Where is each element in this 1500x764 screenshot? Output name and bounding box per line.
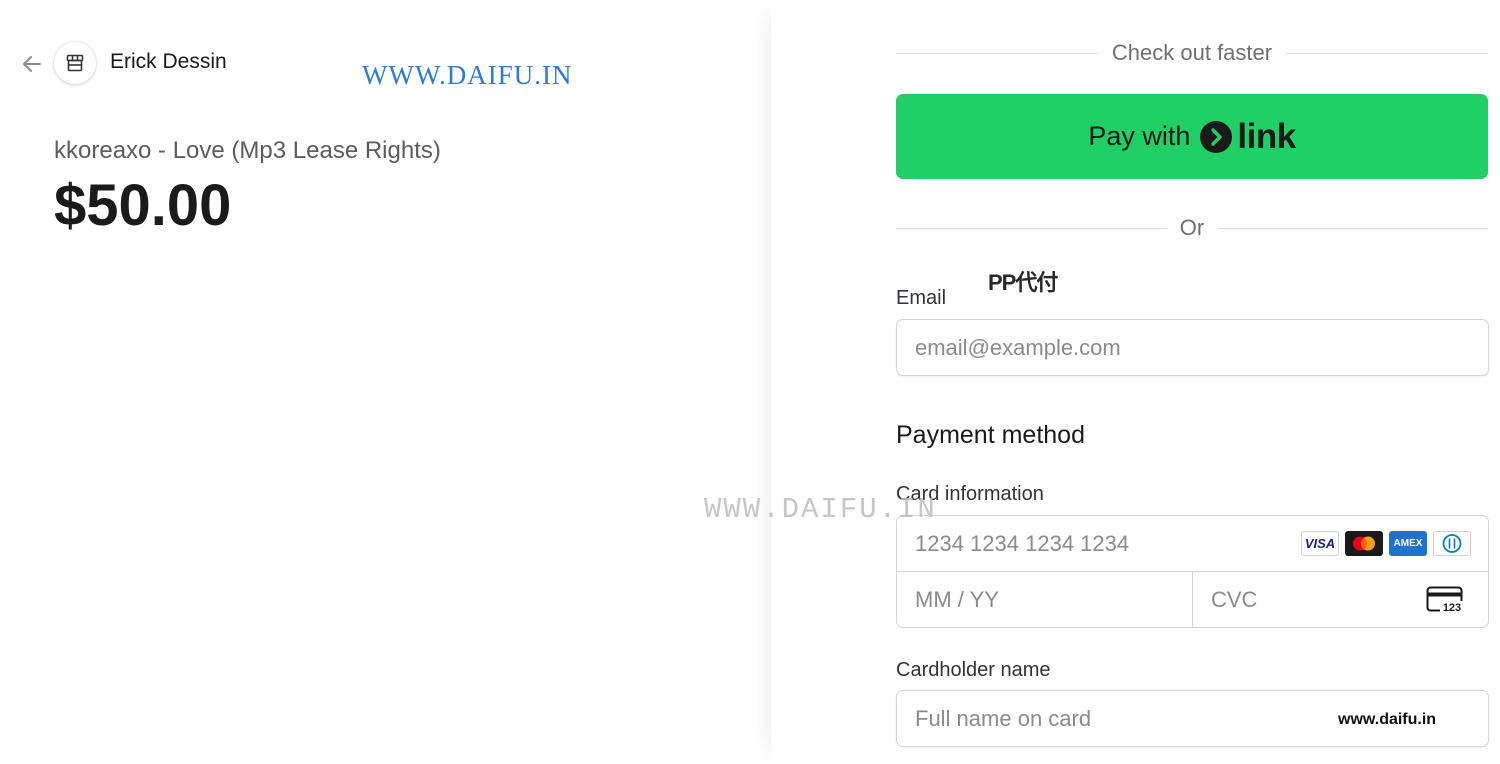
- expiry-input[interactable]: [896, 571, 1193, 628]
- payment-method-title: Payment method: [896, 421, 1085, 449]
- merchant-logo[interactable]: [54, 42, 96, 84]
- link-brand-text: link: [1237, 116, 1296, 156]
- check-out-faster-divider: Check out faster: [896, 40, 1488, 66]
- check-out-faster-label: Check out faster: [1111, 40, 1273, 65]
- email-input[interactable]: [896, 319, 1489, 376]
- diners-club-icon: [1433, 531, 1471, 556]
- divider-line: [1218, 227, 1489, 229]
- store-icon: [66, 54, 84, 72]
- arrow-left-icon: [23, 56, 41, 72]
- divider-line: [1286, 52, 1488, 54]
- email-label: Email: [896, 287, 947, 309]
- or-label: Or: [1179, 215, 1205, 240]
- visa-icon: VISA: [1301, 531, 1339, 556]
- link-chevron-icon: [1200, 120, 1233, 153]
- product-name: kkoreaxo - Love (Mp3 Lease Rights): [54, 137, 441, 164]
- cvc-card-icon: 123: [1426, 586, 1464, 614]
- product-price: $50.00: [54, 173, 232, 238]
- back-button[interactable]: [20, 52, 44, 76]
- mastercard-icon: [1345, 531, 1383, 556]
- merchant-name: Erick Dessin: [110, 50, 227, 73]
- divider-line: [896, 52, 1098, 54]
- link-logo: link: [1200, 116, 1296, 157]
- watermark-text: WWW.DAIFU.IN: [704, 493, 937, 526]
- cardholder-name-label: Cardholder name: [896, 659, 1051, 681]
- or-divider: Or: [896, 215, 1489, 241]
- watermark-text: WWW.DAIFU.IN: [362, 60, 573, 90]
- watermark-chinese: PP代付: [988, 270, 1058, 295]
- divider-line: [896, 227, 1166, 229]
- amex-icon: AMEX: [1389, 531, 1427, 556]
- cvc-icon-label: 123: [1443, 602, 1461, 614]
- watermark-text: www.daifu.in: [1338, 711, 1437, 728]
- pay-with-label: Pay with: [1088, 121, 1191, 151]
- order-summary-panel: Erick Dessin WWW.DAIFU.IN kkoreaxo - Lov…: [0, 0, 771, 764]
- pay-with-link-button[interactable]: Pay with link: [896, 94, 1488, 179]
- card-brand-icons: VISA AMEX: [1301, 531, 1471, 556]
